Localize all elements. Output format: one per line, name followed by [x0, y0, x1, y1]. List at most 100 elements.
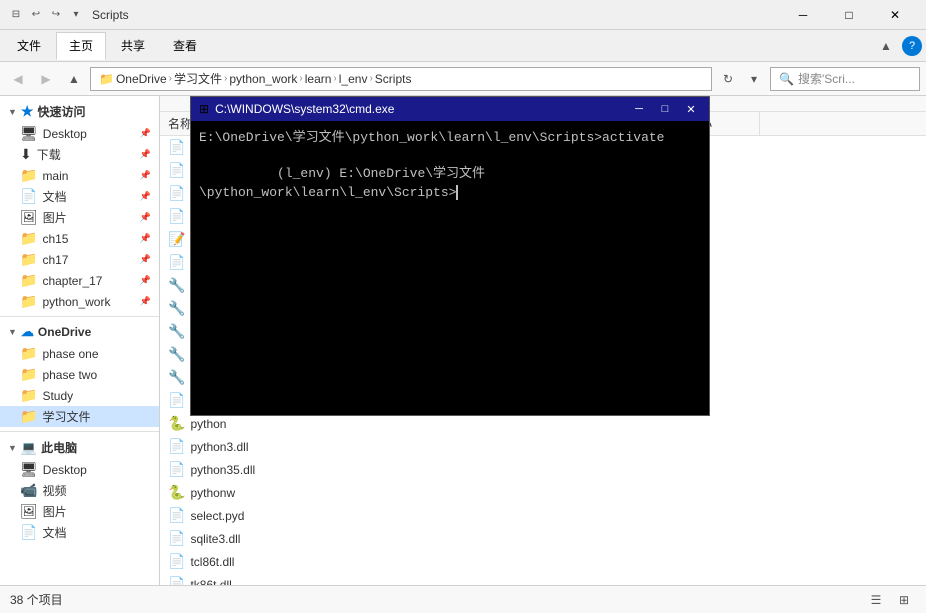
view-tiles-button[interactable]: ⊞ [892, 588, 916, 612]
sidebar-item-pc-video[interactable]: 📹 视频 [0, 480, 159, 501]
breadcrumb-part-3[interactable]: python_work [229, 72, 297, 86]
sidebar-item-ch15[interactable]: 📁 ch15 📌 [0, 228, 159, 249]
cmd-line-1: E:\OneDrive\学习文件\python_work\learn\l_env… [199, 129, 701, 147]
ribbon-help-button[interactable]: ? [902, 36, 922, 56]
ribbon-collapse-button[interactable]: ▲ [874, 34, 898, 58]
sidebar-item-desktop[interactable]: 🖥 Desktop 📌 [0, 123, 159, 144]
onedrive-header[interactable]: ▼ ☁ OneDrive [0, 321, 159, 343]
table-row[interactable]: 📄 python3.dll [160, 435, 926, 458]
file-area-wrapper: ▲ 名称 修改日期 类型 大小 📄 _testumportmultiple.py… [160, 96, 926, 585]
file-name-16: select.pyd [190, 509, 244, 523]
file-size-13 [680, 445, 760, 449]
file-name-14: python35.dll [190, 463, 255, 477]
pin-icon-docs: 📌 [140, 191, 151, 202]
pin-icon-downloads: 📌 [140, 149, 151, 160]
address-input[interactable]: 📁 OneDrive › 学习文件 › python_work › learn … [90, 67, 712, 91]
breadcrumb: 📁 OneDrive › 学习文件 › python_work › learn … [99, 70, 411, 87]
quick-access-arrow: ▼ [8, 107, 17, 117]
table-row[interactable]: 🐍 pythonw [160, 481, 926, 504]
breadcrumb-part-1[interactable]: OneDrive [116, 72, 167, 86]
file-icon-9: 🔧 [168, 346, 185, 363]
pc-header[interactable]: ▼ 💻 此电脑 [0, 436, 159, 459]
file-name-19: tk86t.dll [190, 578, 231, 586]
table-row[interactable]: 📄 python35.dll [160, 458, 926, 481]
tab-home[interactable]: 主页 [56, 32, 106, 60]
sidebar-divider-1 [0, 316, 159, 317]
file-name-18: tcl86t.dll [190, 555, 234, 569]
sidebar-item-phase-two[interactable]: 📁 phase two [0, 364, 159, 385]
cmd-minimize-button[interactable]: ─ [629, 99, 649, 119]
sidebar-item-pictures[interactable]: 🖼 图片 📌 [0, 207, 159, 228]
minimize-button[interactable]: ─ [780, 0, 826, 30]
file-icon-2: 📄 [168, 185, 185, 202]
file-icon-13: 📄 [168, 438, 185, 455]
cmd-maximize-button[interactable]: □ [655, 99, 675, 119]
search-box[interactable]: 🔍 搜索'Scri... [770, 67, 920, 91]
breadcrumb-part-6[interactable]: Scripts [375, 72, 412, 86]
file-name-13: python3.dll [190, 440, 248, 454]
pc-label: 此电脑 [41, 439, 77, 456]
file-icon-5: 📄 [168, 254, 185, 271]
dropdown-button[interactable]: ▾ [742, 67, 766, 91]
pin-icon-pictures: 📌 [140, 212, 151, 223]
tab-view[interactable]: 查看 [160, 32, 210, 60]
back-button[interactable]: ◀ [6, 67, 30, 91]
xuexiwenjian-icon: 📁 [20, 408, 37, 425]
view-details-button[interactable]: ☰ [864, 588, 888, 612]
sidebar: ▼ ★ 快速访问 🖥 Desktop 📌 ⬇ 下载 📌 📁 main 📌 📄 文… [0, 96, 160, 585]
table-row[interactable]: 📄 select.pyd [160, 504, 926, 527]
file-icon-11: 📄 [168, 392, 185, 409]
file-icon-17: 📄 [168, 530, 185, 547]
cmd-titlebar: ⊞ C:\WINDOWS\system32\cmd.exe ─ □ ✕ [191, 97, 709, 121]
redo-icon[interactable]: ↪ [48, 7, 64, 23]
sidebar-item-study[interactable]: 📁 Study [0, 385, 159, 406]
cmd-line-2-text: (l_env) E:\OneDrive\学习文件\python_work\lea… [199, 166, 485, 199]
sidebar-item-chapter17[interactable]: 📁 chapter_17 📌 [0, 270, 159, 291]
sidebar-item-label-xuexiwenjian: 学习文件 [42, 408, 90, 425]
sidebar-item-label-pc-video: 视频 [42, 482, 66, 499]
tab-share[interactable]: 共享 [108, 32, 158, 60]
file-size-16 [680, 514, 760, 518]
file-icon-6: 🔧 [168, 277, 185, 294]
desktop-icon: 🖥 [20, 125, 38, 142]
sidebar-item-pc-desktop[interactable]: 🖥 Desktop [0, 459, 159, 480]
up-button[interactable]: ▲ [62, 67, 86, 91]
close-button[interactable]: ✕ [872, 0, 918, 30]
breadcrumb-part-2[interactable]: 学习文件 [174, 70, 222, 87]
sidebar-item-docs[interactable]: 📄 文档 📌 [0, 186, 159, 207]
cmd-close-button[interactable]: ✕ [681, 99, 701, 119]
cmd-body: E:\OneDrive\学习文件\python_work\learn\l_env… [191, 121, 709, 415]
sidebar-item-xuexiwenjian[interactable]: 📁 学习文件 [0, 406, 159, 427]
quick-access-icon: ★ [21, 103, 34, 120]
undo-icon[interactable]: ↩ [28, 7, 44, 23]
forward-button[interactable]: ▶ [34, 67, 58, 91]
sidebar-item-pc-pictures[interactable]: 🖼 图片 [0, 501, 159, 522]
refresh-button[interactable]: ↻ [716, 67, 740, 91]
file-size-12 [680, 422, 760, 426]
cmd-window[interactable]: ⊞ C:\WINDOWS\system32\cmd.exe ─ □ ✕ E:\O… [190, 96, 710, 416]
sidebar-item-label-python-work: python_work [42, 295, 110, 309]
ribbon-right: ▲ ? [874, 34, 922, 58]
file-name-15: pythonw [190, 486, 235, 500]
table-row[interactable]: 📄 tk86t.dll [160, 573, 926, 585]
sidebar-item-python-work[interactable]: 📁 python_work 📌 [0, 291, 159, 312]
window-controls: ─ □ ✕ [780, 0, 918, 30]
table-row[interactable]: 📄 tcl86t.dll [160, 550, 926, 573]
breadcrumb-part-4[interactable]: learn [305, 72, 332, 86]
pc-pictures-icon: 🖼 [20, 503, 38, 520]
breadcrumb-part-5[interactable]: l_env [339, 72, 368, 86]
sidebar-item-phase-one[interactable]: 📁 phase one [0, 343, 159, 364]
main-icon: 📁 [20, 167, 37, 184]
down-icon[interactable]: ▾ [68, 7, 84, 23]
sidebar-item-downloads[interactable]: ⬇ 下载 📌 [0, 144, 159, 165]
quick-access-header[interactable]: ▼ ★ 快速访问 [0, 100, 159, 123]
pc-video-icon: 📹 [20, 482, 37, 499]
maximize-button[interactable]: □ [826, 0, 872, 30]
sidebar-item-main[interactable]: 📁 main 📌 [0, 165, 159, 186]
sidebar-item-ch17[interactable]: 📁 ch17 📌 [0, 249, 159, 270]
file-icon-12: 🐍 [168, 415, 185, 432]
sidebar-item-pc-docs[interactable]: 📄 文档 [0, 522, 159, 543]
table-row[interactable]: 📄 sqlite3.dll [160, 527, 926, 550]
title-bar: ⊟ ↩ ↪ ▾ Scripts ─ □ ✕ [0, 0, 926, 30]
tab-file[interactable]: 文件 [4, 32, 54, 60]
